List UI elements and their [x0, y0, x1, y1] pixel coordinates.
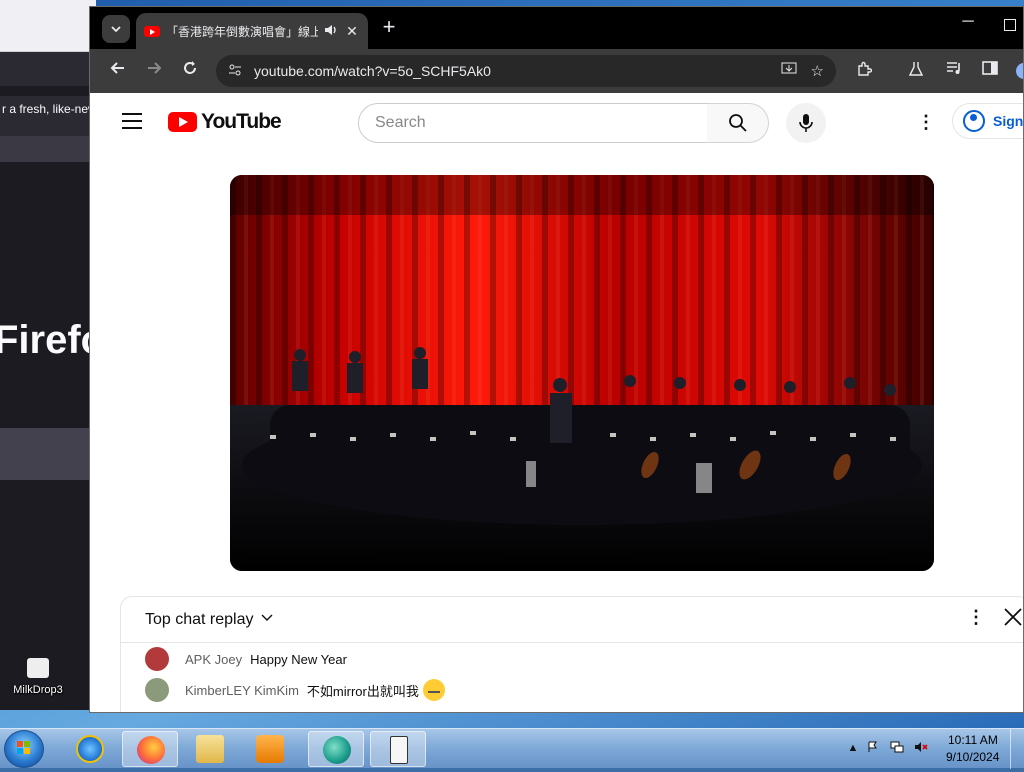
media-player-icon [256, 735, 284, 763]
taskbar-internet-explorer[interactable] [62, 731, 118, 767]
action-center-flag-icon[interactable] [866, 741, 880, 755]
system-tray: ▲ 10:11 AM 9/10/2024 [842, 729, 1024, 769]
browser-toolbar: youtube.com/watch?v=5o_SCHF5Ak0 ☆ [90, 49, 1023, 93]
address-bar[interactable]: youtube.com/watch?v=5o_SCHF5Ak0 ☆ [216, 55, 836, 87]
folder-icon [196, 735, 224, 763]
chat-author[interactable]: APK Joey [185, 652, 242, 667]
background-browser-window[interactable]: r a fresh, like-new Firefo [0, 0, 96, 710]
taskbar: ▲ 10:11 AM 9/10/2024 [0, 728, 1024, 769]
youtube-favicon-icon [144, 25, 160, 37]
live-chat-panel: Top chat replay ⋮ APK Joey Happy New Yea… [120, 596, 1023, 712]
background-page-band [0, 136, 96, 162]
background-page-band-2 [0, 428, 96, 480]
internet-explorer-icon [76, 735, 104, 763]
search-icon [728, 114, 747, 132]
network-icon[interactable] [890, 741, 904, 755]
sign-in-button[interactable]: Sign [952, 103, 1024, 139]
chat-message: APK Joey Happy New Year [145, 647, 347, 671]
chrome-window[interactable]: 「香港跨年倒數演唱會」線上 ✕ + ─ youtube.com/watch?v=… [89, 6, 1024, 713]
avatar[interactable] [145, 678, 169, 702]
side-panel-icon[interactable] [980, 61, 1000, 81]
tab-youtube[interactable]: 「香港跨年倒數演唱會」線上 ✕ [136, 13, 368, 49]
clock-time[interactable]: 10:11 AM [948, 733, 998, 747]
chat-more-options-icon[interactable]: ⋮ [967, 607, 985, 628]
background-window-titlebar [0, 0, 96, 52]
close-icon[interactable] [1001, 605, 1023, 629]
more-options-icon[interactable]: ⋮ [916, 111, 936, 135]
site-info-icon[interactable] [228, 64, 248, 79]
youtube-page: YouTube Search ⋮ Sign Top chat replay ⋮ … [90, 93, 1024, 712]
windows-logo-icon [17, 741, 30, 754]
notepad-icon [390, 736, 408, 764]
search-button[interactable] [707, 103, 769, 143]
video-player[interactable] [230, 175, 934, 571]
taskbar-firefox[interactable] [122, 731, 178, 767]
taskbar-media-player[interactable] [242, 731, 298, 767]
speaker-icon[interactable] [324, 24, 338, 39]
new-tab-button[interactable]: + [376, 15, 402, 41]
firefox-icon [137, 736, 165, 764]
show-desktop-button[interactable] [1010, 729, 1024, 769]
youtube-play-icon [168, 112, 197, 132]
bookmark-star-icon[interactable]: ☆ [811, 62, 824, 80]
milkdrop-icon [27, 658, 49, 678]
chevron-down-icon[interactable] [261, 611, 273, 625]
profile-avatar[interactable] [1016, 63, 1023, 79]
search-input[interactable]: Search [358, 103, 708, 143]
tab-title: 「香港跨年倒數演唱會」線上 [166, 24, 318, 39]
media-queue-icon[interactable] [944, 61, 964, 81]
tab-strip: 「香港跨年倒數演唱會」線上 ✕ + ─ [90, 7, 1023, 49]
background-page-hero-text: Firefo [0, 318, 96, 362]
account-icon [963, 110, 985, 132]
taskbar-file-explorer[interactable] [182, 731, 238, 767]
chat-message: KimberLEY KimKim 不如mirror出就叫我 [145, 678, 445, 702]
labs-flask-icon[interactable] [906, 61, 926, 81]
youtube-logo[interactable]: YouTube [168, 110, 282, 134]
background-window-page [0, 86, 96, 710]
chat-text: 不如mirror出就叫我 [306, 683, 419, 699]
tab-search-button[interactable] [102, 15, 130, 43]
chevron-down-icon [111, 25, 121, 32]
sign-in-label: Sign [993, 113, 1024, 129]
volume-muted-icon[interactable] [914, 741, 928, 755]
taskbar-browser-app[interactable] [308, 731, 364, 767]
concert-stage-image [230, 175, 934, 571]
close-icon[interactable]: ✕ [344, 23, 360, 40]
avatar[interactable] [145, 647, 169, 671]
background-window-toolbar [0, 52, 96, 86]
taskbar-notepad-app[interactable] [370, 731, 426, 767]
install-app-icon[interactable] [781, 62, 797, 80]
show-hidden-icons-icon[interactable]: ▲ [846, 741, 860, 755]
clock-date[interactable]: 9/10/2024 [946, 750, 999, 764]
microphone-icon [799, 114, 813, 132]
browser-app-icon [323, 736, 351, 764]
expressionless-emoji-icon [422, 679, 445, 701]
address-text: youtube.com/watch?v=5o_SCHF5Ak0 [254, 63, 491, 79]
extensions-icon[interactable] [854, 61, 874, 81]
desktop-icon-milkdrop3[interactable]: MilkDrop3 [6, 658, 70, 702]
hamburger-menu-icon[interactable] [122, 113, 142, 129]
reload-icon[interactable] [178, 59, 202, 83]
forward-arrow-icon[interactable] [142, 59, 166, 83]
desktop-icon-label: MilkDrop3 [13, 684, 63, 696]
background-page-snippet: r a fresh, like-new [0, 96, 96, 136]
chat-text: Happy New Year [250, 651, 347, 667]
chat-mode-selector[interactable]: Top chat replay [145, 611, 254, 629]
maximize-button[interactable] [1004, 19, 1016, 31]
chat-author[interactable]: KimberLEY KimKim [185, 683, 299, 698]
youtube-wordmark: YouTube [201, 110, 282, 133]
back-arrow-icon[interactable] [106, 59, 130, 83]
voice-search-button[interactable] [786, 103, 826, 143]
chat-header: Top chat replay ⋮ [121, 597, 1023, 643]
minimize-button[interactable]: ─ [956, 13, 980, 37]
start-button[interactable] [4, 730, 44, 768]
